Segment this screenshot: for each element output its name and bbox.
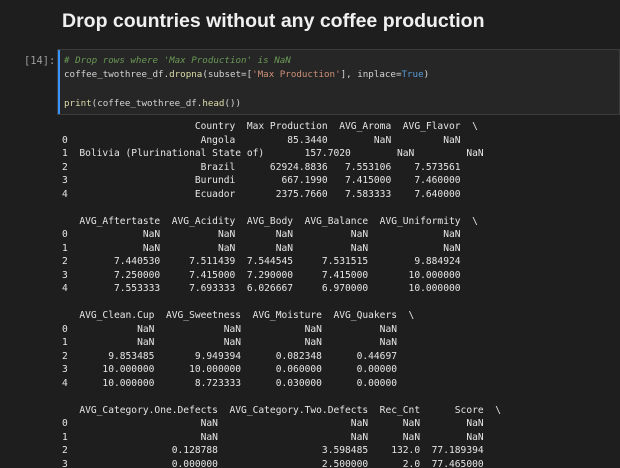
code-token: coffee_twothree_df. [64, 69, 170, 81]
code-token: ()) [224, 97, 242, 109]
code-comment: # Drop rows where 'Max Production' is Na… [64, 55, 291, 66]
code-token: ) [423, 69, 430, 81]
code-token: (subset=[ [202, 69, 253, 81]
section-heading: Drop countries without any coffee produc… [62, 10, 485, 32]
code-method: dropna [169, 69, 203, 81]
code-token: (coffee_twothree_df. [91, 97, 203, 109]
execution-count-prompt: [14]: [24, 55, 56, 67]
code-function: print [64, 97, 92, 109]
code-token: ], inplace= [340, 69, 402, 81]
active-cell-indicator [58, 50, 60, 114]
code-string: 'Max Production' [252, 69, 341, 81]
code-method: head [202, 97, 225, 109]
code-editor[interactable]: # Drop rows where 'Max Production' is Na… [64, 54, 429, 111]
cell-output-dataframe: Country Max Production AVG_Aroma AVG_Fla… [62, 121, 501, 468]
code-boolean: True [401, 69, 424, 81]
code-cell[interactable]: # Drop rows where 'Max Production' is Na… [57, 49, 620, 115]
